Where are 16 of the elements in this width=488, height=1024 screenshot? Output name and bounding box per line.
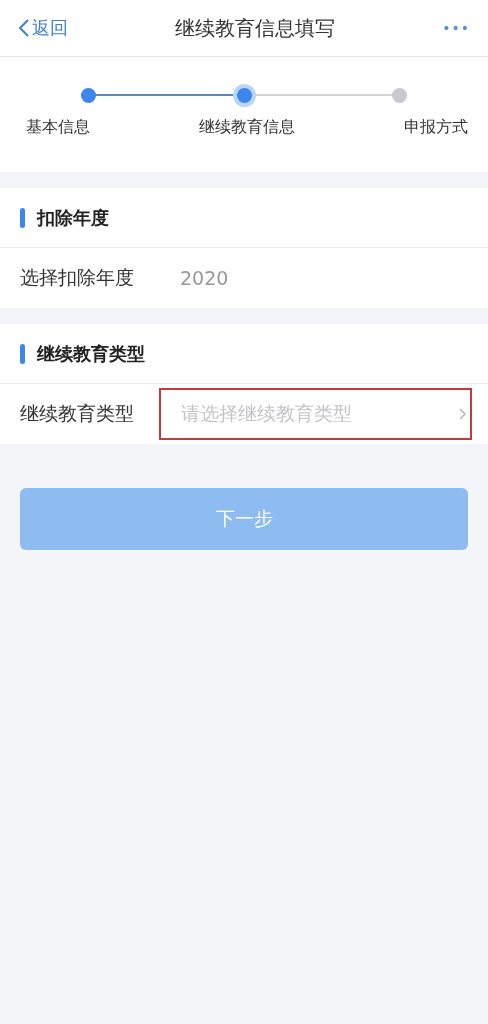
back-button[interactable]: 返回 (18, 16, 68, 40)
step-label: 基本信息 (26, 117, 90, 138)
section-title: 继续教育类型 (37, 341, 145, 366)
field-label: 选择扣除年度 (20, 265, 135, 290)
section-title: 扣除年度 (37, 205, 109, 230)
field-value[interactable]: 2020 (180, 267, 229, 289)
picker-field[interactable]: 请选择继续教育类型 (157, 386, 474, 442)
step-label: 申报方式 (404, 117, 468, 138)
step-label: 继续教育信息 (198, 117, 296, 138)
more-menu[interactable]: ••• (442, 20, 470, 36)
page-title: 继续教育信息填写 (175, 14, 336, 42)
back-icon (18, 18, 30, 38)
field-label: 继续教育类型 (20, 401, 135, 426)
section-marker (20, 343, 25, 364)
section-marker (20, 207, 25, 228)
chevron-icon (459, 408, 466, 420)
